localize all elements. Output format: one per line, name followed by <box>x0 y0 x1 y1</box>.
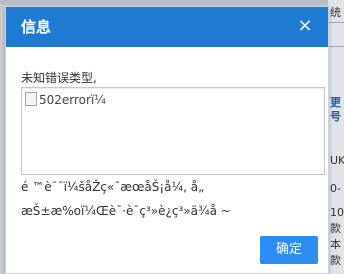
broken-image-alt: 502errorï¼ <box>39 93 106 107</box>
background-cell: 款 <box>330 222 341 235</box>
error-message-label: 未知错误类型, <box>21 71 97 85</box>
background-cell: 款 <box>330 254 341 267</box>
background-cell: 0- <box>330 182 341 195</box>
background-cell: 10 <box>330 206 344 219</box>
background-cell: 统 <box>330 6 341 19</box>
close-icon[interactable]: × <box>296 17 314 35</box>
error-content-box: 502errorï¼ <box>21 87 325 175</box>
broken-image-icon <box>25 92 37 106</box>
background-divider <box>328 22 344 23</box>
background-top-bar <box>0 0 344 4</box>
info-dialog: 信息 × 未知错误类型, 502errorï¼ é ™è¯¯ï¼šåŽç«¯æœ… <box>5 6 329 274</box>
background-divider <box>328 46 344 47</box>
dialog-header: 信息 × <box>6 7 328 47</box>
background-cell: 更 <box>330 96 341 109</box>
background-cell: 号 <box>330 110 341 123</box>
ok-button[interactable]: 确定 <box>260 236 318 264</box>
broken-image: 502errorï¼ <box>25 92 106 107</box>
garbled-text-line: æŠ±æ%oï¼Œè¯·è¯ç³»è¿ç³»ä¾å ~ <box>21 204 231 218</box>
background-cell: UK <box>330 154 344 167</box>
dialog-title: 信息 <box>21 18 52 36</box>
background-cell: 本 <box>330 238 341 251</box>
garbled-text-line: é ™è¯¯ï¼šåŽç«¯æœåŠ¡å¼, å„ <box>21 180 205 194</box>
